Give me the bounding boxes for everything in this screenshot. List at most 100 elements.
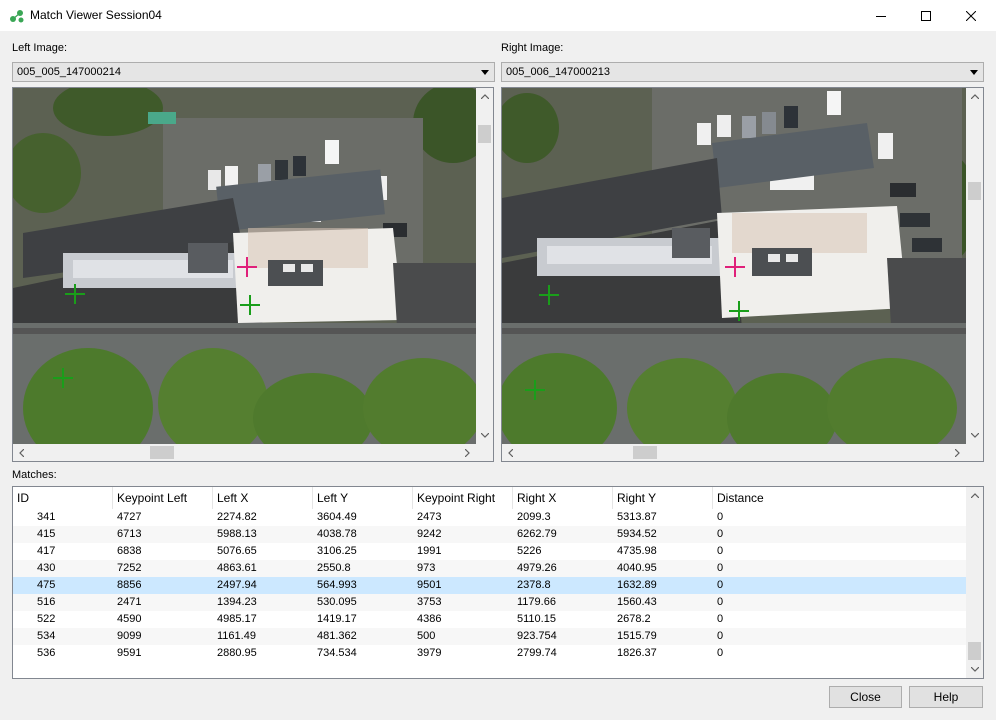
table-cell: 341 [37, 511, 56, 523]
column-header-id[interactable]: ID [13, 487, 113, 509]
left-aerial-image[interactable] [13, 88, 476, 444]
table-vertical-scrollbar[interactable] [966, 487, 983, 678]
column-header-keypoint-left[interactable]: Keypoint Left [113, 487, 213, 509]
table-cell: 923.754 [517, 630, 557, 642]
scroll-thumb[interactable] [968, 182, 981, 200]
table-cell: 6713 [117, 528, 142, 540]
table-header: ID Keypoint Left Left X Left Y Keypoint … [13, 487, 966, 509]
table-cell: 9591 [117, 647, 142, 659]
right-aerial-image[interactable] [502, 88, 966, 444]
scroll-thumb[interactable] [633, 446, 657, 459]
table-cell: 0 [717, 630, 724, 642]
right-image-viewer[interactable] [501, 87, 984, 462]
scroll-thumb[interactable] [478, 125, 491, 143]
table-row[interactable]: 415 6713 5988.13 4038.78 9242 6262.79 5934.52 0 [13, 526, 966, 543]
table-cell: 536 [37, 647, 56, 659]
table-cell: 2497.94 [217, 579, 257, 591]
table-row[interactable]: 516 2471 1394.23 530.095 3753 1179.66 1560.43 0 [13, 594, 966, 611]
scroll-down-icon[interactable] [476, 427, 493, 444]
table-cell: 4985.17 [217, 613, 257, 625]
close-button[interactable]: Close [829, 686, 902, 708]
column-header-right-y[interactable]: Right Y [613, 487, 713, 509]
maximize-button[interactable] [903, 0, 949, 31]
scroll-left-icon[interactable] [13, 444, 30, 461]
table-cell: 2473 [417, 511, 442, 523]
left-image-select[interactable]: 005_005_147000214 [12, 62, 495, 82]
table-cell: 1179.66 [517, 596, 556, 608]
scroll-thumb[interactable] [968, 642, 981, 660]
right-vertical-scrollbar[interactable] [966, 88, 983, 444]
table-cell: 3106.25 [317, 545, 357, 557]
table-cell: 4979.26 [517, 562, 557, 574]
scroll-corner [476, 444, 493, 461]
scroll-down-icon[interactable] [966, 427, 983, 444]
table-cell: 415 [37, 528, 56, 540]
table-cell: 2099.3 [517, 511, 551, 523]
chevron-down-icon [481, 70, 489, 75]
table-cell: 0 [717, 579, 724, 591]
table-cell: 1991 [417, 545, 442, 557]
left-vertical-scrollbar[interactable] [476, 88, 493, 444]
table-cell: 2550.8 [317, 562, 351, 574]
left-image-label: Left Image: [12, 42, 68, 54]
table-cell: 417 [37, 545, 56, 557]
table-row[interactable]: 341 4727 2274.82 3604.49 2473 2099.3 5313.87 0 [13, 509, 966, 526]
table-cell: 2471 [117, 596, 142, 608]
right-image-label: Right Image: [501, 42, 564, 54]
table-cell: 1515.79 [617, 630, 657, 642]
scroll-up-icon[interactable] [966, 88, 983, 105]
help-button[interactable]: Help [909, 686, 983, 708]
column-header-right-x[interactable]: Right X [513, 487, 613, 509]
table-cell: 3979 [417, 647, 442, 659]
scroll-right-icon[interactable] [459, 444, 476, 461]
scroll-down-icon[interactable] [966, 661, 983, 678]
column-header-keypoint-right[interactable]: Keypoint Right [413, 487, 513, 509]
matches-label: Matches: [12, 469, 57, 481]
table-cell: 8856 [117, 579, 142, 591]
close-window-button[interactable] [948, 0, 994, 31]
matches-table[interactable]: ID Keypoint Left Left X Left Y Keypoint … [12, 486, 984, 679]
table-row[interactable]: 534 9099 1161.49 481.362 500 923.754 1515.79 0 [13, 628, 966, 645]
table-cell: 9242 [417, 528, 442, 540]
table-row[interactable]: 417 6838 5076.65 3106.25 1991 5226 4735.98 0 [13, 543, 966, 560]
table-cell: 5076.65 [217, 545, 257, 557]
column-header-left-y[interactable]: Left Y [313, 487, 413, 509]
right-image-value: 005_006_147000213 [506, 66, 611, 78]
right-image-select[interactable]: 005_006_147000213 [501, 62, 984, 82]
table-cell: 516 [37, 596, 56, 608]
table-cell: 5110.15 [517, 613, 556, 625]
table-cell: 4038.78 [317, 528, 357, 540]
table-row[interactable]: 430 7252 4863.61 2550.8 973 4979.26 4040.95 0 [13, 560, 966, 577]
table-cell: 530.095 [317, 596, 357, 608]
minimize-button[interactable] [858, 0, 904, 31]
right-horizontal-scrollbar[interactable] [502, 444, 966, 461]
table-cell: 481.362 [317, 630, 357, 642]
column-header-left-x[interactable]: Left X [213, 487, 313, 509]
table-cell: 4727 [117, 511, 142, 523]
scroll-left-icon[interactable] [502, 444, 519, 461]
table-cell: 1632.89 [617, 579, 657, 591]
scroll-thumb[interactable] [150, 446, 174, 459]
table-row[interactable]: 522 4590 4985.17 1419.17 4386 5110.15 2678.2 0 [13, 611, 966, 628]
table-row[interactable]: 536 9591 2880.95 734.534 3979 2799.74 1826.37 0 [13, 645, 966, 662]
scroll-up-icon[interactable] [966, 487, 983, 504]
left-image-viewer[interactable] [12, 87, 494, 462]
scroll-right-icon[interactable] [949, 444, 966, 461]
title-bar: Match Viewer Session04 [0, 0, 996, 31]
table-cell: 1419.17 [317, 613, 357, 625]
app-icon [10, 10, 24, 23]
table-cell: 4590 [117, 613, 142, 625]
left-horizontal-scrollbar[interactable] [13, 444, 476, 461]
window-title: Match Viewer Session04 [30, 8, 162, 22]
minimize-icon [876, 15, 886, 17]
table-row[interactable]: 475 8856 2497.94 564.993 9501 2378.8 1632.89 0 [13, 577, 966, 594]
table-cell: 4735.98 [617, 545, 657, 557]
table-cell: 534 [37, 630, 56, 642]
column-header-distance[interactable]: Distance [713, 487, 966, 509]
table-cell: 6262.79 [517, 528, 557, 540]
table-cell: 2274.82 [217, 511, 257, 523]
table-cell: 4863.61 [217, 562, 257, 574]
scroll-up-icon[interactable] [476, 88, 493, 105]
table-cell: 2378.8 [517, 579, 551, 591]
table-cell: 4040.95 [617, 562, 657, 574]
